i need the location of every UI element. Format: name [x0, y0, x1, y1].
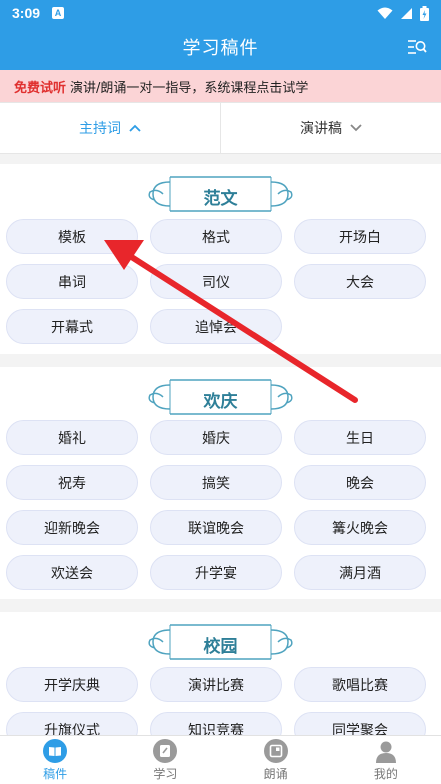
status-time: 3:09: [12, 5, 41, 21]
study-icon: [153, 738, 178, 763]
filter-host-script[interactable]: 主持词: [0, 103, 221, 153]
tab-study-label: 学习: [153, 766, 178, 781]
section-title: 校园: [203, 637, 238, 657]
item-speech-contest[interactable]: 演讲比赛: [150, 667, 282, 702]
item-flag-raising[interactable]: 升旗仪式: [6, 712, 138, 735]
item-wedding-celebration[interactable]: 婚庆: [150, 420, 282, 455]
banner-text: 演讲/朗诵一对一指导，系统课程点击试学: [70, 80, 309, 96]
tab-profile[interactable]: 我的: [331, 736, 441, 784]
section-title: 范文: [203, 189, 238, 209]
user-icon: [375, 741, 396, 763]
book-icon: [43, 738, 68, 763]
section-model-texts: 范文 模板 格式 开场白 串词 司仪 大会 开幕式 追悼会: [0, 164, 441, 354]
item-emcee[interactable]: 司仪: [150, 264, 282, 299]
item-welcome-party[interactable]: 迎新晚会: [6, 510, 138, 545]
signal-icon: [401, 7, 412, 19]
banner-highlight: 免费试听: [14, 80, 67, 96]
tab-study[interactable]: 学习: [110, 736, 220, 784]
item-social-party[interactable]: 联谊晚会: [150, 510, 282, 545]
item-template[interactable]: 模板: [6, 219, 138, 254]
item-farewell[interactable]: 欢送会: [6, 555, 138, 590]
item-class-reunion[interactable]: 同学聚会: [294, 712, 426, 735]
item-opening-ceremony[interactable]: 开幕式: [6, 309, 138, 344]
search-list-icon[interactable]: [407, 38, 427, 56]
item-opening-ceremony-school[interactable]: 开学庆典: [6, 667, 138, 702]
chevron-up-icon: [129, 124, 141, 132]
section-campus: 校园 开学庆典 演讲比赛 歌唱比赛 升旗仪式 知识竞赛 同学聚会: [0, 612, 441, 735]
status-icons: [377, 5, 429, 21]
app-header: 3:09 A 学习稿件: [0, 0, 441, 70]
section-header: 范文: [0, 164, 441, 224]
tab-scripts-label: 稿件: [43, 766, 68, 781]
item-party[interactable]: 晚会: [294, 465, 426, 500]
filter-host-label: 主持词: [79, 121, 121, 137]
section-title: 欢庆: [203, 392, 238, 412]
item-birthday[interactable]: 生日: [294, 420, 426, 455]
battery-icon: [420, 5, 429, 21]
notification-icon: A: [52, 7, 65, 19]
item-longevity[interactable]: 祝寿: [6, 465, 138, 500]
tab-profile-label: 我的: [373, 766, 398, 781]
recite-icon: [263, 738, 288, 763]
item-singing-contest[interactable]: 歌唱比赛: [294, 667, 426, 702]
page-title: 学习稿件: [182, 38, 259, 59]
tab-recite-label: 朗诵: [263, 766, 288, 781]
section-header: 校园: [0, 612, 441, 672]
item-wedding[interactable]: 婚礼: [6, 420, 138, 455]
category-filters: 主持词 演讲稿: [0, 102, 441, 154]
chevron-down-icon: [350, 124, 362, 132]
section-header: 欢庆: [0, 367, 441, 427]
bottom-tab-bar: 稿件 学习 朗诵 我的: [0, 735, 441, 784]
item-opening[interactable]: 开场白: [294, 219, 426, 254]
filter-speech-script[interactable]: 演讲稿: [221, 103, 441, 153]
filter-speech-label: 演讲稿: [300, 121, 342, 137]
item-full-moon[interactable]: 满月酒: [294, 555, 426, 590]
item-memorial[interactable]: 追悼会: [150, 309, 282, 344]
item-funny[interactable]: 搞笑: [150, 465, 282, 500]
item-conference[interactable]: 大会: [294, 264, 426, 299]
tab-scripts[interactable]: 稿件: [0, 736, 110, 784]
item-graduation-banquet[interactable]: 升学宴: [150, 555, 282, 590]
item-format[interactable]: 格式: [150, 219, 282, 254]
item-bonfire-party[interactable]: 篝火晚会: [294, 510, 426, 545]
section-celebration: 欢庆 婚礼 婚庆 生日 祝寿 搞笑 晚会 迎新晚会 联谊晚会 篝火晚会 欢送会 …: [0, 367, 441, 599]
trial-banner[interactable]: 免费试听 演讲/朗诵一对一指导，系统课程点击试学: [0, 70, 441, 102]
wifi-icon: [377, 7, 393, 19]
status-bar: 3:09 A: [0, 0, 441, 26]
tab-recite[interactable]: 朗诵: [221, 736, 331, 784]
item-knowledge-contest[interactable]: 知识竞赛: [150, 712, 282, 735]
item-linking-words[interactable]: 串词: [6, 264, 138, 299]
